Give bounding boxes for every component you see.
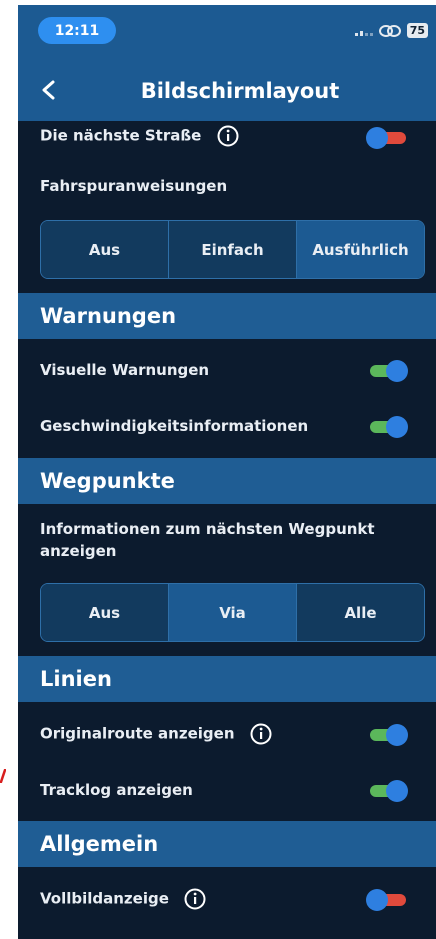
segment-aus[interactable]: Aus — [41, 584, 169, 641]
row-label: Originalroute anzeigen — [40, 724, 235, 743]
link-icon — [378, 24, 401, 37]
row-tracklog: Tracklog anzeigen — [40, 781, 193, 799]
row-naechste-strasse: Die nächste Straße — [40, 125, 239, 147]
section-linien: Linien — [18, 656, 436, 702]
segment-via[interactable]: Via — [169, 584, 297, 641]
phone-screen: 12:11 75 Bildschirmlayout Die nächste St… — [18, 5, 436, 939]
toggle-visuelle-warnungen[interactable] — [366, 360, 408, 382]
battery-icon: 75 — [406, 23, 428, 38]
status-bar: 12:11 75 — [18, 5, 436, 49]
row-geschwindigkeit: Geschwindigkeitsinformationen — [40, 417, 309, 435]
lane-guidance-segmented-control: Aus Einfach Ausführlich — [40, 220, 425, 279]
row-fahrspur-label: Fahrspuranweisungen — [40, 177, 228, 195]
waypoint-segmented-control: Aus Via Alle — [40, 583, 425, 642]
toggle-tracklog[interactable] — [366, 780, 408, 802]
app-header: Bildschirmlayout — [18, 49, 436, 121]
row-originalroute: Originalroute anzeigen — [40, 723, 272, 745]
segment-aus[interactable]: Aus — [41, 221, 169, 278]
row-visuelle-warnungen: Visuelle Warnungen — [40, 361, 210, 379]
segment-ausfuehrlich[interactable]: Ausführlich — [297, 221, 424, 278]
signal-icon — [354, 26, 373, 36]
page-title: Bildschirmlayout — [140, 79, 340, 103]
toggle-geschwindigkeit[interactable] — [366, 416, 408, 438]
info-icon[interactable] — [184, 888, 206, 910]
segment-alle[interactable]: Alle — [297, 584, 424, 641]
info-icon[interactable] — [250, 723, 272, 745]
section-wegpunkte: Wegpunkte — [18, 458, 436, 504]
section-allgemein: Allgemein — [18, 821, 436, 867]
row-wegpunkt-info: Informationen zum nächsten Wegpunkt anze… — [40, 520, 375, 560]
red-annotation-mark — [0, 768, 7, 784]
status-time: 12:11 — [38, 17, 116, 44]
toggle-originalroute[interactable] — [366, 724, 408, 746]
status-icons: 75 — [354, 23, 428, 38]
toggle-vollbild[interactable] — [366, 889, 408, 911]
row-vollbild: Vollbildanzeige — [40, 888, 206, 910]
segment-einfach[interactable]: Einfach — [169, 221, 297, 278]
row-label: Die nächste Straße — [40, 126, 202, 145]
info-icon[interactable] — [217, 125, 239, 147]
row-label: Vollbildanzeige — [40, 889, 169, 908]
toggle-naechste-strasse[interactable] — [366, 127, 408, 149]
section-warnungen: Warnungen — [18, 293, 436, 339]
